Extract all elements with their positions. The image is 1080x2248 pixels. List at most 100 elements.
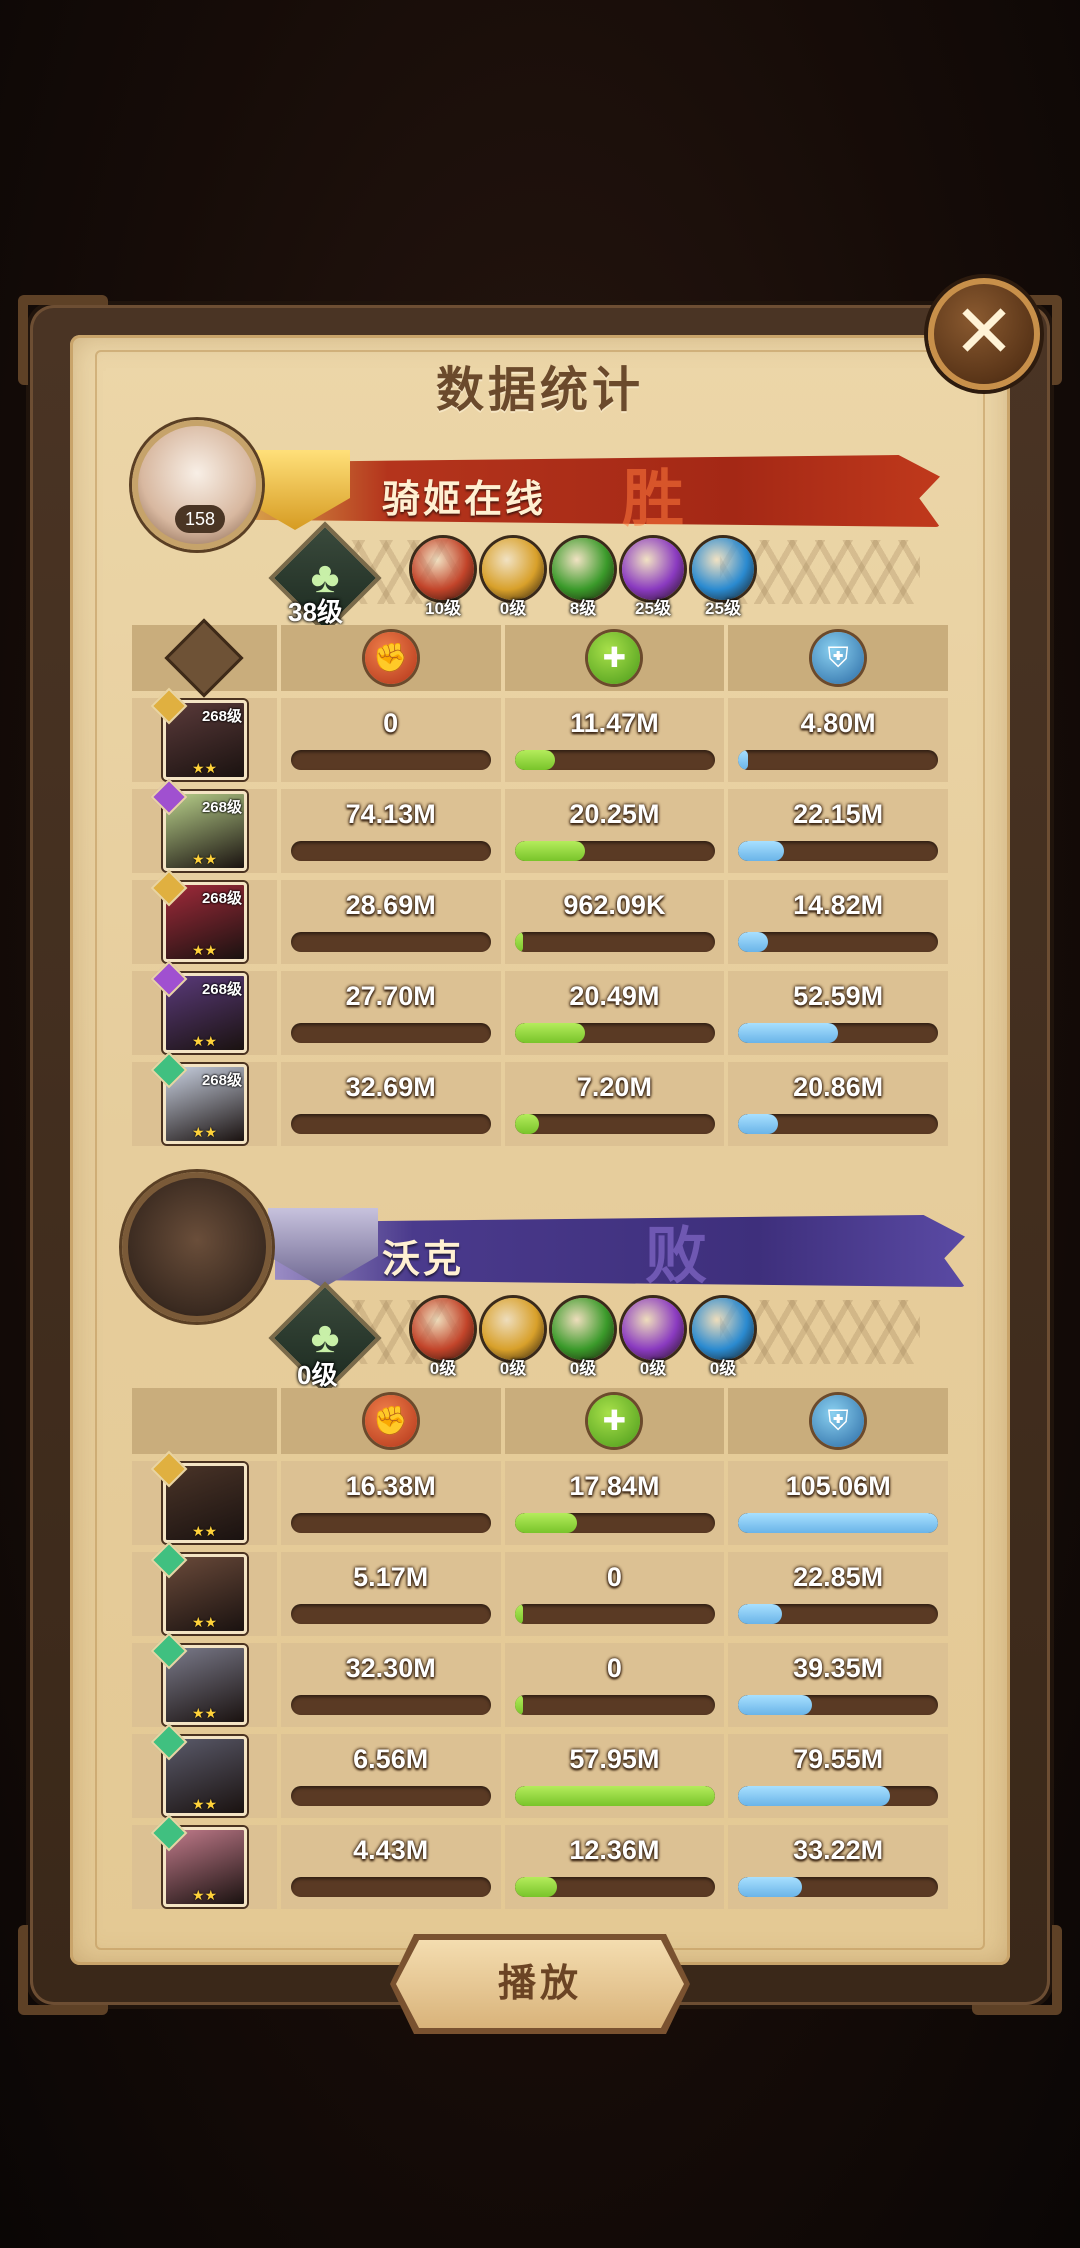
void-element-icon[interactable]: [622, 538, 684, 600]
table-header: ✊ ✚ ⛨: [132, 1388, 949, 1454]
hero-row: ★★ 16.38M 17.84M 105.06M: [132, 1450, 949, 1545]
damage-value: 27.70M: [345, 981, 436, 1011]
shield-bar-fill: [738, 1695, 813, 1715]
shield-bar: [738, 1786, 939, 1806]
shield-cell: 39.35M: [728, 1643, 949, 1727]
damage-bar-fill: [291, 841, 491, 861]
opponent-avatar[interactable]: [122, 1172, 272, 1322]
header-cell: ✚: [504, 625, 725, 691]
hero-stars: ★★: [192, 1705, 218, 1721]
element-level: 10级: [425, 599, 461, 618]
light-element-icon[interactable]: [482, 538, 544, 600]
damage-bar-fill: [291, 932, 369, 952]
heal-bar-fill: [514, 1877, 557, 1897]
shield-cell: 4.80M: [728, 698, 949, 782]
header-cell: ⛨: [728, 1388, 949, 1454]
heal-bar-fill: [514, 1604, 523, 1624]
close-button[interactable]: ✕: [928, 278, 1040, 390]
heal-bar-fill: [514, 841, 585, 861]
heal-bar-fill: [514, 1513, 577, 1533]
damage-bar: [290, 1513, 491, 1533]
shield-bar-fill: [738, 1786, 891, 1806]
hero-stars: ★★: [192, 1033, 218, 1049]
light-element-icon[interactable]: [482, 1298, 544, 1360]
water-element-icon[interactable]: [692, 538, 754, 600]
element-level: 25级: [635, 599, 671, 618]
stats-table: ✊ ✚ ⛨ 268级 ★★ 0 11.47M 4.80M 268级 ★★ 74.13M 20.2…: [132, 618, 949, 1146]
hero-level: 268级: [201, 890, 242, 907]
damage-value: 74.13M: [345, 799, 436, 829]
damage-bar: [290, 1604, 491, 1624]
hero-cell: 268级 ★★: [132, 778, 277, 873]
element-level: 0级: [639, 1359, 667, 1378]
shield-cell: 20.86M: [728, 1062, 949, 1146]
hero-level: 268级: [201, 708, 242, 725]
faction-icon: [150, 869, 188, 907]
faction-icon: [150, 1051, 188, 1089]
hero-level: 268级: [201, 799, 242, 816]
void-element-icon[interactable]: [622, 1298, 684, 1360]
header-cell: ✊: [280, 1388, 501, 1454]
heal-value: 20.49M: [569, 981, 660, 1011]
nature-element-icon[interactable]: [552, 538, 614, 600]
water-element-icon[interactable]: [692, 1298, 754, 1360]
faction-icon: [150, 1723, 188, 1761]
hero-stars: ★★: [192, 760, 218, 776]
damage-cell: 74.13M: [280, 789, 501, 873]
hero-portrait[interactable]: 268级 ★★: [150, 778, 247, 871]
hero-portrait[interactable]: ★★: [150, 1450, 247, 1543]
heal-bar-fill: [514, 932, 523, 952]
shield-cell: 14.82M: [728, 880, 949, 964]
hero-portrait[interactable]: ★★: [150, 1814, 247, 1907]
damage-cell: 0: [280, 698, 501, 782]
fire-element-icon[interactable]: [412, 538, 474, 600]
hero-portrait[interactable]: ★★: [150, 1541, 247, 1634]
element-level: 0级: [499, 1359, 527, 1378]
nature-element-icon[interactable]: [552, 1298, 614, 1360]
damage-bar: [290, 1114, 491, 1134]
hero-cell: ★★: [132, 1632, 277, 1727]
damage-cell: 4.43M: [280, 1825, 501, 1909]
faction-icon: [150, 1632, 188, 1670]
tree-level: 0级: [297, 1360, 338, 1390]
heal-cell: 7.20M: [504, 1062, 725, 1146]
damage-value: 32.69M: [345, 1072, 436, 1102]
heal-bar: [514, 1513, 715, 1533]
damage-value: 6.56M: [353, 1744, 429, 1774]
hero-portrait[interactable]: 268级 ★★: [150, 1051, 247, 1144]
heal-bar-fill: [514, 1695, 523, 1715]
element-level: 8级: [569, 599, 597, 618]
heal-value: 12.36M: [569, 1835, 660, 1865]
shield-bar-fill: [738, 841, 785, 861]
hero-portrait[interactable]: ★★: [150, 1723, 247, 1816]
shield-value: 22.85M: [793, 1562, 884, 1592]
header-cell: ✊: [280, 625, 501, 691]
hero-stars: ★★: [192, 942, 218, 958]
heal-cell: 12.36M: [504, 1825, 725, 1909]
heal-bar-fill: [514, 1023, 585, 1043]
play-button-label[interactable]: 播放: [396, 1940, 684, 2028]
damage-value: 5.17M: [353, 1562, 429, 1592]
shield-value: 22.15M: [793, 799, 884, 829]
heal-value: 7.20M: [576, 1072, 652, 1102]
damage-bar-fill: [291, 1513, 335, 1533]
shield-icon: ⛨: [812, 632, 865, 684]
hero-stars: ★★: [192, 1887, 218, 1903]
hero-portrait[interactable]: 268级 ★★: [150, 869, 247, 962]
hero-row: 268级 ★★ 27.70M 20.49M 52.59M: [132, 960, 949, 1055]
shield-bar: [738, 1877, 939, 1897]
hero-cell: ★★: [132, 1450, 277, 1545]
result-label: 败: [645, 1222, 708, 1291]
shield-value: 33.22M: [793, 1835, 884, 1865]
shield-cell: 105.06M: [728, 1461, 949, 1545]
header-cell: ⛨: [728, 625, 949, 691]
shield-value: 39.35M: [793, 1653, 884, 1683]
heal-value: 0: [606, 1653, 622, 1683]
fire-element-icon[interactable]: [412, 1298, 474, 1360]
hero-portrait[interactable]: 268级 ★★: [150, 687, 247, 780]
faction-icon: [150, 1450, 188, 1488]
hero-level: 268级: [201, 1072, 242, 1089]
shield-cell: 52.59M: [728, 971, 949, 1055]
hero-portrait[interactable]: 268级 ★★: [150, 960, 247, 1053]
hero-portrait[interactable]: ★★: [150, 1632, 247, 1725]
